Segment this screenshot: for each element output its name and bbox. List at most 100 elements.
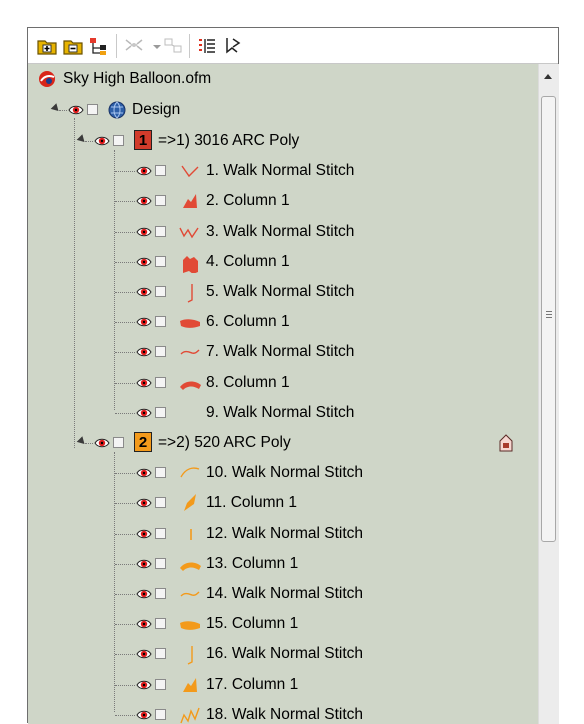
visibility-eye-icon[interactable] [136,406,152,420]
tree-object-row[interactable]: 13. Column 1 [28,549,538,579]
lock-checkbox[interactable] [155,195,166,207]
visibility-eye-icon[interactable] [68,103,84,117]
tree-connector [115,684,135,686]
lock-checkbox[interactable] [155,467,166,479]
visibility-eye-icon[interactable] [136,708,152,722]
lock-checkbox[interactable] [155,225,166,237]
folder-minus-icon[interactable] [62,35,84,57]
tree-connector [85,141,93,142]
tree-object-row[interactable]: 5. Walk Normal Stitch [28,277,538,307]
visibility-eye-icon[interactable] [136,557,152,571]
vertical-scrollbar[interactable] [538,64,559,724]
object-thumbnail-icon [178,160,202,182]
tree-object-row[interactable]: 18. Walk Normal Stitch [28,700,538,724]
lock-checkbox[interactable] [155,286,166,297]
visibility-eye-icon[interactable] [136,587,152,601]
lock-checkbox[interactable] [155,406,166,418]
tree-object-row[interactable]: 16. Walk Normal Stitch [28,639,538,669]
tree-connector [59,110,67,111]
object-tree: Sky High Balloon.ofm Design 1 =>1) 3016 A… [28,64,538,724]
tree-object-row[interactable]: 12. Walk Normal Stitch [28,519,538,549]
visibility-eye-icon[interactable] [136,678,152,692]
visibility-eye-icon[interactable] [136,376,152,390]
tree-group-row[interactable]: 2 =>2) 520 ARC Poly [28,428,538,458]
collapse-arrow-icon[interactable] [76,134,88,145]
ungroup-icon[interactable] [162,35,184,57]
tree-object-row[interactable]: 6. Column 1 [28,307,538,337]
tree-object-row[interactable]: 9. Walk Normal Stitch [28,398,538,428]
visibility-eye-icon[interactable] [136,345,152,359]
group-label: =>1) 3016 ARC Poly [158,132,300,149]
tree-object-row[interactable]: 7. Walk Normal Stitch [28,337,538,367]
lock-checkbox[interactable] [155,346,166,358]
tree-connector [115,594,135,595]
tree-object-row[interactable]: 4. Column 1 [28,247,538,277]
visibility-eye-icon[interactable] [136,285,152,299]
lock-checkbox[interactable] [155,527,166,539]
balloon-file-icon [37,69,57,89]
scrollbar-thumb[interactable] [541,96,556,542]
object-tree-panel: Sky High Balloon.ofm Design 1 =>1) 3016 A… [27,27,559,724]
tree-object-row[interactable]: 15. Column 1 [28,609,538,639]
lock-icon[interactable] [498,433,514,453]
visibility-eye-icon[interactable] [136,496,152,510]
collapse-arrow-icon[interactable] [76,436,88,447]
object-thumbnail-icon [178,523,202,545]
object-label: 10. Walk Normal Stitch [206,464,364,482]
tree-object-row[interactable]: 1. Walk Normal Stitch [28,156,538,186]
tree-object-row[interactable]: 8. Column 1 [28,368,538,398]
filter-icon[interactable] [222,35,244,57]
tree-root-row[interactable]: Sky High Balloon.ofm [28,64,538,94]
tree-object-row[interactable]: 11. Column 1 [28,488,538,518]
color-badge: 1 [134,130,152,150]
visibility-eye-icon[interactable] [136,255,152,269]
lock-checkbox[interactable] [155,497,166,509]
tree-object-row[interactable]: 10. Walk Normal Stitch [28,458,538,488]
tree-object-row[interactable]: 2. Column 1 [28,186,538,216]
object-thumbnail-icon [178,613,202,635]
lock-checkbox[interactable] [155,708,166,720]
tree-design-row[interactable]: Design [28,95,538,125]
visibility-eye-icon[interactable] [136,164,152,178]
tree-object-row[interactable]: 3. Walk Normal Stitch [28,217,538,247]
tree-icon[interactable] [88,35,110,57]
lock-checkbox[interactable] [113,437,124,448]
visibility-eye-icon[interactable] [136,315,152,329]
visibility-eye-icon[interactable] [136,617,152,631]
lock-checkbox[interactable] [155,165,166,177]
collapse-arrow-icon[interactable] [50,103,62,114]
lock-checkbox[interactable] [155,255,166,267]
lock-checkbox[interactable] [155,588,166,599]
scroll-up-arrow-icon[interactable] [544,74,552,79]
visibility-eye-icon[interactable] [136,225,152,239]
lock-checkbox[interactable] [155,678,166,690]
visibility-eye-icon[interactable] [136,194,152,208]
lock-checkbox[interactable] [87,104,98,115]
visibility-eye-icon[interactable] [94,436,110,450]
lock-checkbox[interactable] [155,648,166,660]
object-thumbnail-icon [178,462,202,484]
lock-checkbox[interactable] [155,376,166,388]
lock-checkbox[interactable] [113,135,124,146]
tree-connector [85,443,93,444]
list-icon[interactable] [196,35,218,57]
visibility-eye-icon[interactable] [136,466,152,480]
color-badge: 2 [134,432,152,452]
lock-checkbox[interactable] [155,316,166,328]
visibility-eye-icon[interactable] [136,527,152,541]
visibility-eye-icon[interactable] [94,134,110,148]
tree-group-row[interactable]: 1 =>1) 3016 ARC Poly [28,126,538,156]
visibility-eye-icon[interactable] [136,647,152,661]
tree-connector [115,261,135,263]
tree-object-row[interactable]: 17. Column 1 [28,670,538,700]
tree-connector [115,201,135,203]
lock-checkbox[interactable] [155,557,166,569]
lock-checkbox[interactable] [155,618,166,630]
tree-connector [115,171,135,173]
object-label: 6. Column 1 [206,313,290,331]
chevron-down-icon[interactable] [146,35,161,57]
group-icon[interactable] [123,35,145,57]
object-thumbnail-icon [178,674,202,696]
tree-object-row[interactable]: 14. Walk Normal Stitch [28,579,538,609]
folder-plus-icon[interactable] [36,35,58,57]
